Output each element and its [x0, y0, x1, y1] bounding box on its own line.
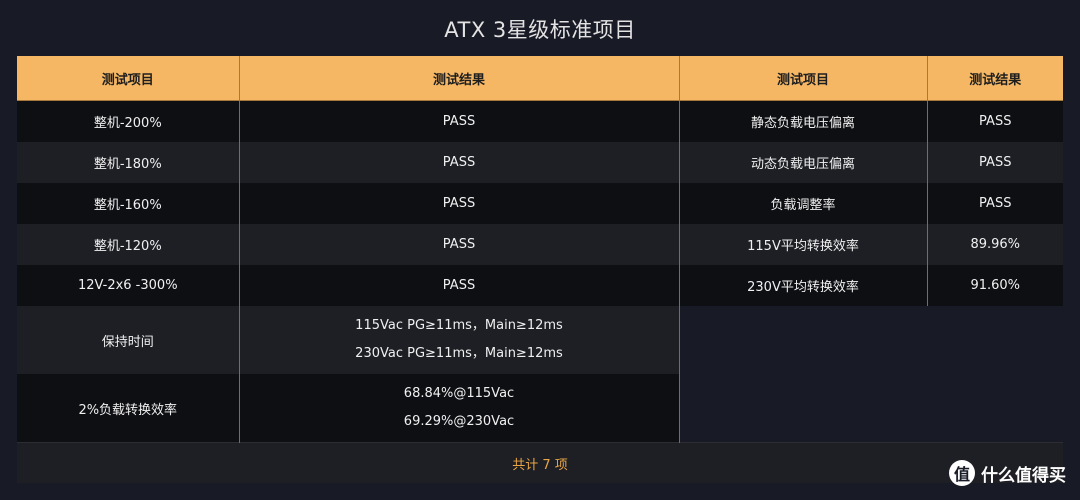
test-result-cell: PASS — [927, 100, 1063, 142]
result-line: 69.29%@230Vac — [403, 414, 515, 429]
watermark-text: 什么值得买 — [981, 465, 1066, 486]
test-item-cell: 负载调整率 — [679, 183, 928, 224]
test-result-cell: 68.84%@115Vac 69.29%@230Vac — [239, 374, 680, 443]
table-row: 12V-2x6 -300% PASS 230V平均转换效率 91.60% — [17, 265, 1063, 306]
result-line: 68.84%@115Vac — [403, 386, 515, 401]
column-header-test-item-2: 测试项目 — [679, 56, 928, 101]
test-result-cell: PASS — [239, 183, 680, 224]
table-row: 保持时间 115Vac PG≥11ms，Main≥12ms 230Vac PG≥… — [17, 306, 1063, 374]
watermark-logo: 值 什么值得买 — [949, 460, 1066, 486]
column-header-test-result: 测试结果 — [239, 56, 680, 101]
column-header-test-result-2: 测试结果 — [927, 56, 1063, 101]
result-line: 115Vac PG≥11ms，Main≥12ms — [355, 318, 563, 333]
test-item-cell: 整机-200% — [17, 100, 240, 142]
test-item-cell: 2%负载转换效率 — [17, 374, 240, 443]
test-item-cell: 整机-180% — [17, 142, 240, 183]
test-result-cell: PASS — [927, 142, 1063, 183]
test-result-cell: 115Vac PG≥11ms，Main≥12ms 230Vac PG≥11ms，… — [239, 306, 680, 374]
test-item-cell: 12V-2x6 -300% — [17, 265, 240, 306]
table-row: 整机-200% PASS 静态负载电压偏离 PASS — [17, 100, 1063, 142]
test-item-cell: 保持时间 — [17, 306, 240, 374]
test-result-cell: PASS — [239, 224, 680, 265]
table-row: 整机-180% PASS 动态负载电压偏离 PASS — [17, 142, 1063, 183]
page-title: ATX 3星级标准项目 — [444, 18, 636, 42]
test-result-cell: PASS — [927, 183, 1063, 224]
test-item-cell: 静态负载电压偏离 — [679, 100, 928, 142]
total-count: 共计 7 项 — [17, 442, 1063, 483]
table-row: 2%负载转换效率 68.84%@115Vac 69.29%@230Vac — [17, 374, 1063, 443]
test-item-cell: 整机-160% — [17, 183, 240, 224]
empty-cell — [679, 374, 1063, 443]
result-line: 230Vac PG≥11ms，Main≥12ms — [355, 346, 563, 361]
test-result-cell: 91.60% — [927, 265, 1063, 306]
table-row: 整机-120% PASS 115V平均转换效率 89.96% — [17, 224, 1063, 265]
test-item-cell: 动态负载电压偏离 — [679, 142, 928, 183]
column-header-test-item: 测试项目 — [17, 56, 240, 101]
test-item-cell: 整机-120% — [17, 224, 240, 265]
table-footer-row: 共计 7 项 — [17, 442, 1063, 483]
test-result-cell: PASS — [239, 265, 680, 306]
test-item-cell: 230V平均转换效率 — [679, 265, 928, 306]
test-result-cell: 89.96% — [927, 224, 1063, 265]
standards-table: 测试项目 测试结果 测试项目 测试结果 整机-200% PASS 静态负载电压偏… — [17, 56, 1063, 483]
table-row: 整机-160% PASS 负载调整率 PASS — [17, 183, 1063, 224]
test-result-cell: PASS — [239, 100, 680, 142]
test-result-cell: PASS — [239, 142, 680, 183]
zhi-logo-icon: 值 — [949, 460, 975, 486]
test-item-cell: 115V平均转换效率 — [679, 224, 928, 265]
empty-cell — [679, 306, 1063, 374]
table-header-row: 测试项目 测试结果 测试项目 测试结果 — [17, 56, 1063, 101]
